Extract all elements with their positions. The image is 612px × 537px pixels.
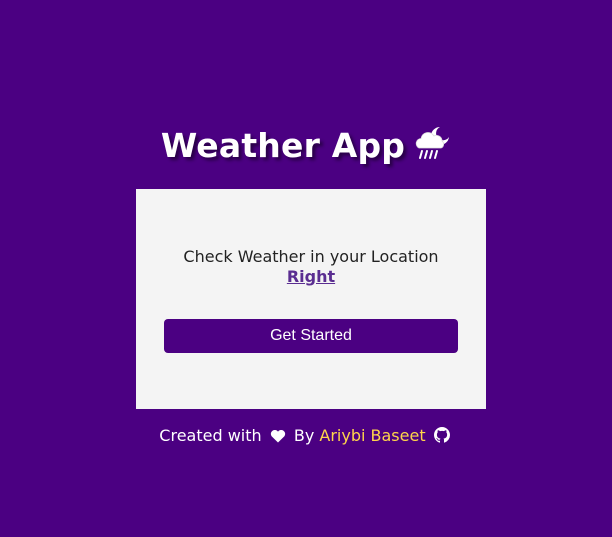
header: Weather App: [0, 126, 612, 165]
tagline-text: Check Weather in your Location: [183, 247, 439, 266]
tagline: Check Weather in your Location Right: [136, 247, 486, 287]
tagline-link-right[interactable]: Right: [287, 267, 335, 287]
get-started-button[interactable]: Get Started: [164, 319, 458, 353]
footer-created-with: Created with: [159, 426, 262, 445]
app-title-text: Weather App: [160, 126, 406, 165]
github-icon[interactable]: [433, 427, 450, 448]
footer: Created with By Ariybi Baseet: [0, 426, 612, 448]
heart-icon: [270, 428, 286, 448]
welcome-card: Check Weather in your Location Right Get…: [136, 189, 486, 409]
author-link[interactable]: Ariybi Baseet: [319, 426, 425, 445]
cloud-rain-moon-icon: [413, 124, 451, 160]
footer-by: By: [293, 426, 315, 445]
app-title: Weather App: [161, 126, 451, 165]
